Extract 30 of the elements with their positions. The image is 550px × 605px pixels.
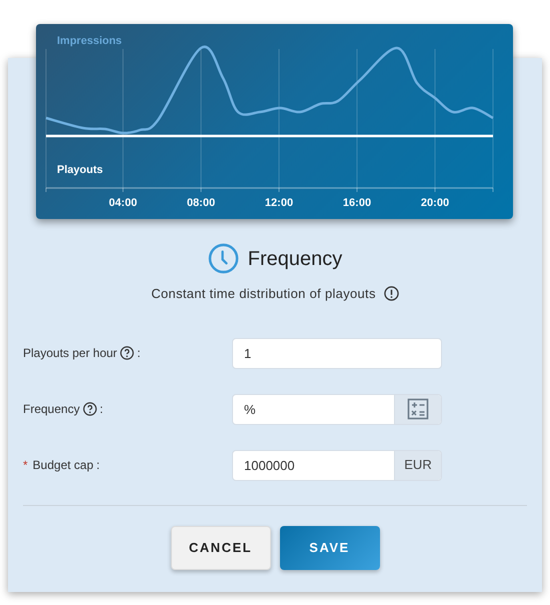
help-icon[interactable] <box>120 346 134 360</box>
input-field[interactable]: % <box>232 394 442 424</box>
text-input[interactable]: % <box>233 394 394 424</box>
info-icon[interactable] <box>384 286 399 302</box>
field-label: Frequency <box>23 401 80 418</box>
axis-tick-label: 12:00 <box>264 197 294 209</box>
label-colon: : <box>137 345 140 362</box>
calculator-icon <box>407 398 429 420</box>
field-label: Playouts per hour <box>23 345 118 362</box>
save-button[interactable]: SAVE <box>280 526 380 570</box>
clock-icon <box>208 243 239 274</box>
section-subtitle: Constant time distribution of playouts <box>151 285 376 303</box>
required-mark: * <box>23 457 28 474</box>
currency-addon: EUR <box>394 450 441 480</box>
axis-tick-label: 08:00 <box>186 197 216 209</box>
text-input[interactable]: 1 <box>233 338 441 368</box>
series-label: Playouts <box>57 164 103 176</box>
field-label: Budget cap <box>32 457 94 474</box>
label-colon: : <box>100 401 104 418</box>
series-label: Impressions <box>57 35 122 47</box>
text-input[interactable]: 1000000 <box>233 450 394 480</box>
section-title: Frequency <box>248 246 342 272</box>
axis-tick-label: 04:00 <box>108 197 138 209</box>
help-icon[interactable] <box>82 402 97 416</box>
calculator-addon[interactable] <box>394 394 441 424</box>
axis-tick-label: 16:00 <box>342 197 372 209</box>
axis-tick-label: 20:00 <box>420 197 450 209</box>
input-field[interactable]: 1000000 EUR <box>232 450 442 480</box>
cancel-button[interactable]: CANCEL <box>170 526 270 570</box>
label-colon: : <box>96 457 100 474</box>
